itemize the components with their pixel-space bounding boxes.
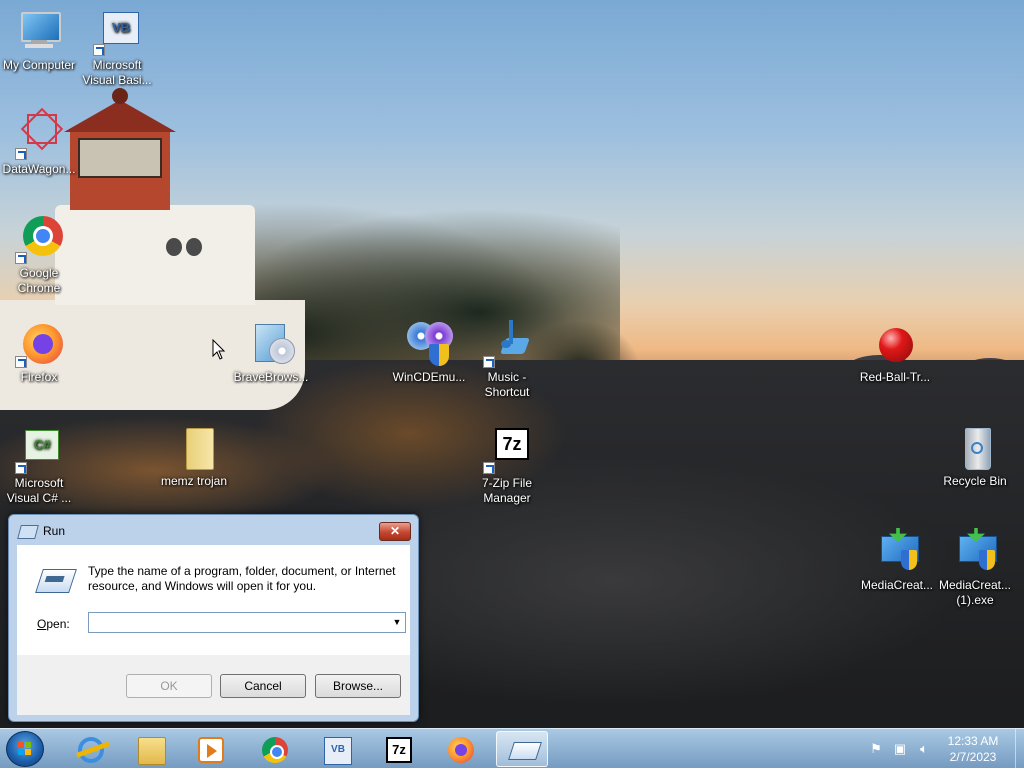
visual-basic-icon: VB xyxy=(324,737,352,765)
icon-label: Google Chrome xyxy=(17,266,61,295)
icon-label: MediaCreat... (1).exe xyxy=(938,578,1012,607)
network-icon[interactable]: ▣ xyxy=(892,741,908,757)
run-icon xyxy=(508,742,542,760)
mouse-cursor-icon xyxy=(212,339,226,360)
run-description: Type the name of a program, folder, docu… xyxy=(88,564,396,593)
run-icon xyxy=(35,569,77,593)
firefox-icon xyxy=(15,320,63,368)
desktop-icon-mediacreation[interactable]: MediaCreat... xyxy=(858,528,936,593)
icon-label: WinCDEmu... xyxy=(392,370,466,384)
datawagon-icon xyxy=(15,107,64,160)
installer-icon xyxy=(247,320,295,368)
windows-logo-icon xyxy=(18,742,32,756)
desktop-icon-red-ball[interactable]: Red-Ball-Tr... xyxy=(856,320,934,385)
run-icon xyxy=(17,524,39,539)
icon-label: Microsoft Visual C# ... xyxy=(6,476,72,505)
taskbar-7zip[interactable]: 7z xyxy=(372,731,424,767)
icon-label: Recycle Bin xyxy=(943,474,1007,488)
desktop-icon-firefox[interactable]: Firefox xyxy=(0,320,78,385)
taskbar-internet-explorer[interactable] xyxy=(64,731,116,767)
icon-label: BraveBrows... xyxy=(233,370,309,384)
clock[interactable]: 12:33 AM 2/7/2023 xyxy=(935,733,1011,765)
icon-label: memz trojan xyxy=(160,474,228,488)
run-dialog: Run ✕ Type the name of a program, folder… xyxy=(8,514,419,722)
visual-csharp-icon: C# xyxy=(15,426,63,474)
7zip-icon: 7z xyxy=(386,737,412,763)
desktop-icon-mediacreation-1[interactable]: MediaCreat... (1).exe xyxy=(936,528,1014,608)
desktop-icon-recycle-bin[interactable]: Recycle Bin xyxy=(936,424,1014,489)
icon-label: Music - Shortcut xyxy=(484,370,530,399)
desktop-icon-visual-basic[interactable]: VB Microsoft Visual Basi... xyxy=(78,8,156,88)
taskbar-chrome[interactable] xyxy=(248,731,300,767)
icon-label: DataWagon... xyxy=(2,162,76,176)
desktop-icon-visual-csharp[interactable]: C# Microsoft Visual C# ... xyxy=(0,426,78,506)
desktop-icon-my-computer[interactable]: My Computer xyxy=(0,8,78,73)
action-center-flag-icon[interactable]: ⚑ xyxy=(868,741,884,757)
close-button[interactable]: ✕ xyxy=(379,522,411,541)
lighthouse-glass xyxy=(78,138,162,178)
music-note-icon xyxy=(483,320,531,368)
visual-basic-icon: VB xyxy=(93,8,141,56)
desktop-icon-memz[interactable]: memz trojan xyxy=(155,424,233,489)
internet-explorer-icon xyxy=(76,737,110,763)
run-dialog-titlebar[interactable]: Run xyxy=(15,519,375,541)
clock-time: 12:33 AM xyxy=(947,734,999,748)
taskbar: VB 7z ⚑ ▣ 🔈︎ 12:33 AM 2/7/2023 xyxy=(0,728,1024,769)
desktop-icon-datawagon[interactable]: DataWagon... xyxy=(0,107,78,177)
open-input[interactable] xyxy=(88,612,406,633)
taskbar-run[interactable] xyxy=(496,731,548,767)
shield-setup-icon xyxy=(873,528,921,576)
open-label: Open: xyxy=(37,617,70,631)
folder-icon xyxy=(170,424,218,472)
start-button[interactable] xyxy=(6,731,44,767)
computer-icon xyxy=(15,8,63,56)
show-desktop-button[interactable] xyxy=(1015,729,1024,769)
taskbar-visual-basic[interactable]: VB xyxy=(310,731,362,767)
chevron-down-icon[interactable]: ▼ xyxy=(390,614,404,631)
icon-label: 7-Zip File Manager xyxy=(481,476,532,505)
disc-icon xyxy=(405,320,453,368)
lighthouse-tower xyxy=(55,205,255,305)
explorer-folder-icon xyxy=(138,737,166,765)
desktop-icon-music[interactable]: Music - Shortcut xyxy=(468,320,546,400)
chrome-icon xyxy=(262,737,288,763)
icon-label: Microsoft Visual Basi... xyxy=(82,58,152,87)
7zip-icon: 7z xyxy=(483,426,531,474)
run-dialog-title: Run xyxy=(43,524,66,538)
icon-label: My Computer xyxy=(2,58,76,72)
taskbar-explorer[interactable] xyxy=(124,731,176,767)
ok-button[interactable]: OK xyxy=(126,674,212,698)
volume-icon[interactable]: 🔈︎ xyxy=(916,741,932,757)
desktop-icon-7zip[interactable]: 7z 7-Zip File Manager xyxy=(468,426,546,506)
lighthouse-cap xyxy=(112,88,128,104)
taskbar-media-player[interactable] xyxy=(184,731,236,767)
firefox-icon xyxy=(448,737,474,763)
desktop-icon-chrome[interactable]: Google Chrome xyxy=(0,216,78,296)
red-ball-icon xyxy=(871,320,919,368)
shield-setup-icon xyxy=(951,528,999,576)
clock-date: 2/7/2023 xyxy=(949,750,997,764)
icon-label: Red-Ball-Tr... xyxy=(859,370,931,384)
taskbar-firefox[interactable] xyxy=(434,731,486,767)
lighthouse-roof xyxy=(64,100,176,132)
desktop-icon-wincdemu[interactable]: WinCDEmu... xyxy=(390,320,468,385)
lighthouse-window xyxy=(166,238,182,256)
icon-label: Firefox xyxy=(20,370,58,384)
icon-label: MediaCreat... xyxy=(860,578,934,592)
media-player-icon xyxy=(198,737,224,763)
chrome-icon xyxy=(15,216,63,264)
recycle-bin-icon xyxy=(951,424,999,472)
browse-button[interactable]: Browse... xyxy=(315,674,401,698)
lighthouse-window xyxy=(186,238,202,256)
cancel-button[interactable]: Cancel xyxy=(220,674,306,698)
desktop-icon-brave[interactable]: BraveBrows... xyxy=(232,320,310,385)
